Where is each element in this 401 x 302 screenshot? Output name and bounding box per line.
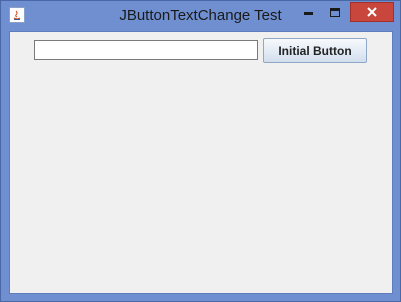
- close-button[interactable]: [350, 2, 394, 22]
- app-window: JButtonTextChange Test Initial Button: [0, 0, 401, 302]
- minimize-button[interactable]: [295, 3, 321, 23]
- close-icon: [367, 7, 377, 17]
- content-pane: Initial Button: [9, 31, 393, 294]
- initial-button[interactable]: Initial Button: [263, 38, 367, 63]
- title-bar[interactable]: JButtonTextChange Test: [1, 1, 400, 31]
- text-input[interactable]: [34, 40, 258, 60]
- maximize-button[interactable]: [322, 3, 348, 23]
- maximize-icon: [330, 8, 340, 17]
- minimize-icon: [304, 12, 313, 15]
